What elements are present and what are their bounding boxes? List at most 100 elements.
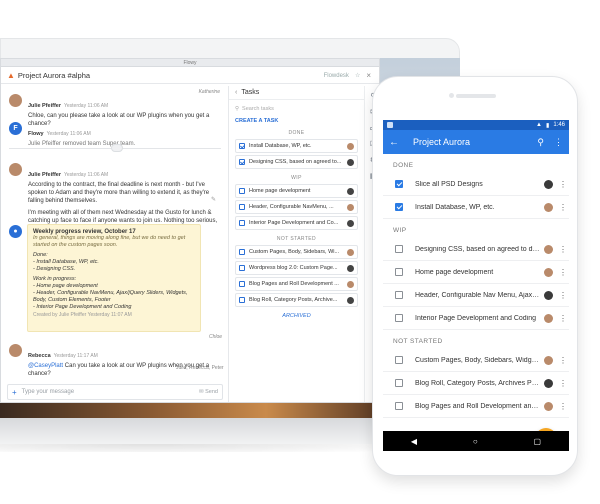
assignee-avatar[interactable] <box>347 296 354 304</box>
task-label: Designing CSS, based on agreed to des... <box>415 245 540 253</box>
task-checkbox[interactable] <box>395 245 403 253</box>
assignee-avatar[interactable] <box>544 313 553 323</box>
assignee-avatar[interactable] <box>544 378 553 388</box>
assignee-avatar[interactable] <box>544 267 553 277</box>
assignee-avatar[interactable] <box>544 202 553 212</box>
star-icon[interactable]: ☆ <box>355 72 360 79</box>
task-row[interactable]: Blog Roll, Category Posts, Archive... <box>235 293 358 307</box>
task-checkbox[interactable] <box>239 188 245 194</box>
task-row[interactable]: Home page development ⋮ <box>383 261 569 284</box>
assignee-avatar[interactable] <box>347 158 354 166</box>
task-label: Install Database, WP, etc. <box>415 203 495 211</box>
avatar[interactable] <box>9 344 22 357</box>
task-checkbox[interactable] <box>239 204 245 210</box>
desktop-app-window: Flowy ▲ Project Aurora #alpha Flowdesk ☆… <box>0 58 380 403</box>
assignee-avatar[interactable] <box>347 203 354 211</box>
task-row[interactable]: Header, Configurable Nav Menu, Ajax/j...… <box>383 284 569 307</box>
progress-note[interactable]: Weekly progress review, October 17 In ge… <box>27 224 201 332</box>
send-button[interactable]: ✉ Send <box>199 389 218 395</box>
task-checkbox[interactable] <box>395 314 403 322</box>
window-titlebar: Flowy <box>1 59 379 67</box>
assignee-avatar[interactable] <box>347 248 354 256</box>
archived-link[interactable]: ARCHIVED <box>229 313 364 319</box>
task-row[interactable]: Custom Pages, Body, Sidebars, Wi... <box>235 245 358 259</box>
assignee-avatar[interactable] <box>347 219 354 227</box>
task-checkbox[interactable] <box>395 402 403 410</box>
task-row[interactable]: Header, Configurable NavMenu, ... <box>235 200 358 214</box>
message-input[interactable]: Type your message <box>22 389 199 395</box>
more-vert-icon[interactable]: ⋮ <box>559 245 567 254</box>
assignee-avatar[interactable] <box>347 142 354 150</box>
assignee-avatar[interactable] <box>347 280 354 288</box>
task-search-input[interactable]: Search tasks <box>242 106 274 112</box>
task-row[interactable]: Interior Page Development and Coding ⋮ <box>383 307 569 330</box>
more-vert-icon[interactable]: ⋮ <box>554 137 563 148</box>
task-checkbox[interactable] <box>395 379 403 387</box>
task-checkbox[interactable] <box>239 297 245 303</box>
search-icon[interactable]: ⚲ <box>537 137 544 148</box>
task-checkbox[interactable] <box>395 180 403 188</box>
message-composer[interactable]: + Type your message ✉ Send <box>7 384 223 400</box>
task-checkbox[interactable] <box>239 159 245 165</box>
nav-home-icon[interactable]: ○ <box>473 437 478 446</box>
task-label: Custom Pages, Body, Sidebars, Widgets <box>415 356 540 364</box>
avatar[interactable] <box>9 94 22 107</box>
nav-back-icon[interactable]: ◀ <box>411 437 417 446</box>
add-attachment-icon[interactable]: + <box>12 388 17 397</box>
avatar[interactable] <box>9 163 22 176</box>
task-checkbox[interactable] <box>395 203 403 211</box>
more-vert-icon[interactable]: ⋮ <box>559 379 567 388</box>
assignee-avatar[interactable] <box>544 355 553 365</box>
phone-camera <box>449 93 454 98</box>
laptop-base <box>0 418 400 444</box>
task-checkbox[interactable] <box>239 281 245 287</box>
task-checkbox[interactable] <box>239 220 245 226</box>
task-checkbox[interactable] <box>239 265 245 271</box>
more-vert-icon[interactable]: ⋮ <box>559 402 567 411</box>
task-row[interactable]: Home page development <box>235 184 358 198</box>
task-row[interactable]: Interior Page Development and Co... <box>235 216 358 230</box>
sender-name[interactable]: Rebecca <box>28 353 51 359</box>
project-title[interactable]: Project Aurora #alpha <box>18 71 90 80</box>
task-search[interactable]: ⚲ Search tasks <box>235 104 358 114</box>
more-vert-icon[interactable]: ⋮ <box>559 314 567 323</box>
task-section-header: DONE <box>393 162 414 169</box>
task-row[interactable]: Blog Pages and Roll Development and C...… <box>383 395 569 418</box>
task-checkbox[interactable] <box>239 143 245 149</box>
task-row[interactable]: Designing CSS, based on agreed to des...… <box>383 238 569 261</box>
close-icon[interactable]: × <box>366 71 371 80</box>
more-vert-icon[interactable]: ⋮ <box>559 180 567 189</box>
task-row[interactable]: Blog Roll, Category Posts, Archives Post… <box>383 372 569 395</box>
sender-name[interactable]: Julie Pfeiffer <box>28 103 61 109</box>
task-checkbox[interactable] <box>395 291 403 299</box>
assignee-avatar[interactable] <box>544 401 553 411</box>
assignee-avatar[interactable] <box>347 187 354 195</box>
assignee-avatar[interactable] <box>544 244 553 254</box>
more-vert-icon[interactable]: ⋮ <box>559 356 567 365</box>
task-row[interactable]: Blog Pages and Roll Development ... <box>235 277 358 291</box>
edit-icon[interactable]: ✎ <box>211 196 216 203</box>
back-arrow-icon[interactable]: ‹ <box>235 89 237 96</box>
mention-link[interactable]: @CaseyPlatt <box>28 363 63 369</box>
create-task-button[interactable]: CREATE A TASK <box>235 118 358 124</box>
task-checkbox[interactable] <box>395 356 403 364</box>
task-row[interactable]: Install Database, WP, etc. ⋮ <box>383 196 569 219</box>
task-checkbox[interactable] <box>395 268 403 276</box>
task-row[interactable]: Wordpress blog 2.0: Custom Page... <box>235 261 358 275</box>
back-arrow-icon[interactable]: ← <box>389 137 399 148</box>
nav-recents-icon[interactable]: ▢ <box>534 437 542 446</box>
task-row[interactable]: Custom Pages, Body, Sidebars, Widgets ⋮ <box>383 349 569 372</box>
assignee-avatar[interactable] <box>544 179 553 189</box>
task-row[interactable]: Slice all PSD Designs ⋮ <box>383 173 569 196</box>
task-row[interactable]: Install Database, WP, etc. <box>235 139 358 153</box>
assignee-avatar[interactable] <box>544 290 553 300</box>
flowdesk-link[interactable]: Flowdesk <box>324 73 349 79</box>
task-label: Designing CSS, based on agreed to... <box>249 159 342 165</box>
task-checkbox[interactable] <box>239 249 245 255</box>
sender-name[interactable]: Julie Pfeiffer <box>28 172 61 178</box>
task-row[interactable]: Designing CSS, based on agreed to... <box>235 155 358 169</box>
more-vert-icon[interactable]: ⋮ <box>559 268 567 277</box>
more-vert-icon[interactable]: ⋮ <box>559 291 567 300</box>
assignee-avatar[interactable] <box>347 264 354 272</box>
more-vert-icon[interactable]: ⋮ <box>559 203 567 212</box>
